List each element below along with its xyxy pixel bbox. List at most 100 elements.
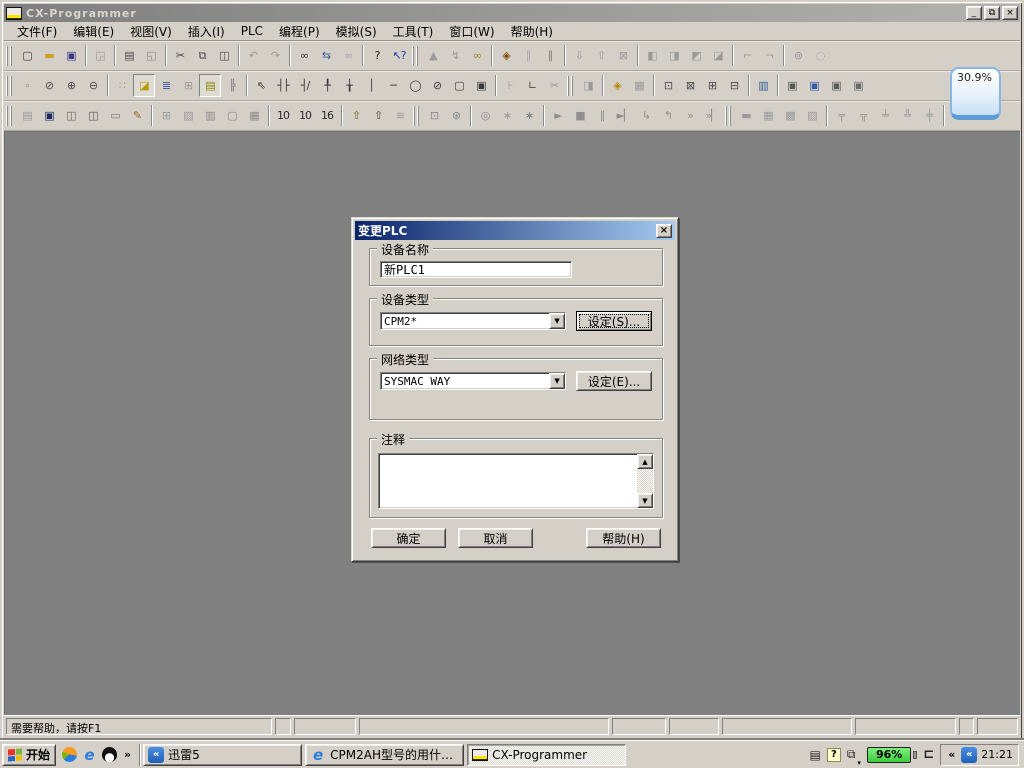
sim-step-in-icon[interactable]: ↳ <box>635 104 657 127</box>
network-type-combo[interactable]: SYSMAC WAY ▼ <box>380 372 566 390</box>
watch-monitor-2-icon[interactable]: ▦ <box>757 104 779 127</box>
media-player-icon[interactable] <box>62 747 77 762</box>
task-browser[interactable]: e CPM2AH型号的用什么... <box>305 744 464 766</box>
find-replace-icon[interactable]: ∞ <box>337 44 359 67</box>
sim-stop-icon[interactable]: ■ <box>569 104 591 127</box>
force-on-icon[interactable]: ⌐ <box>736 44 758 67</box>
compile-icon[interactable]: ▲ <box>422 44 444 67</box>
monitor-grid-2-icon[interactable]: ▨ <box>177 104 199 127</box>
diff-monitor-4-icon[interactable]: ╩ <box>896 104 918 127</box>
menu-program[interactable]: 编程(P) <box>272 22 327 41</box>
program-check-icon[interactable]: ∞ <box>466 44 488 67</box>
diff-monitor-5-icon[interactable]: ╪ <box>918 104 940 127</box>
comment-text[interactable] <box>379 454 637 508</box>
compare-with-plc-icon[interactable]: ⊠ <box>612 44 634 67</box>
plc-monitor-3-icon[interactable]: ◩ <box>685 44 707 67</box>
differential-monitor-icon[interactable]: ⊡ <box>423 104 445 127</box>
power-plug-icon[interactable]: ⊏ <box>923 747 934 762</box>
select-tool-icon[interactable]: ⇖ <box>250 74 272 97</box>
sim-pause-icon[interactable]: ∥ <box>591 104 613 127</box>
window-stack-icon[interactable]: ⧉ <box>847 747 856 762</box>
toolbar-grip[interactable] <box>413 106 420 126</box>
watch-monitor-4-icon[interactable]: ▨ <box>801 104 823 127</box>
force-set-bit-icon[interactable]: ⇧ <box>345 104 367 127</box>
start-button[interactable]: 开始 <box>2 744 56 766</box>
force-off-icon[interactable]: ¬ <box>758 44 780 67</box>
close-button[interactable]: × <box>1002 6 1018 20</box>
sim-step-icon[interactable]: ►▏ <box>613 104 635 127</box>
new-or-contact-icon[interactable]: ╀ <box>316 74 338 97</box>
monitor-grid-1-icon[interactable]: ⊞ <box>155 104 177 127</box>
device-type-combo[interactable]: CPM2* ▼ <box>380 312 566 330</box>
menu-plc[interactable]: PLC <box>234 23 270 39</box>
sim-scan-run-icon[interactable]: »▏ <box>701 104 723 127</box>
symbol-table-icon[interactable]: ◈ <box>606 74 628 97</box>
toolbar-grip[interactable] <box>412 46 419 66</box>
copy-icon[interactable]: ⧉ <box>191 44 213 67</box>
hex-display-icon[interactable]: 16 <box>316 104 338 127</box>
pause-monitor-icon[interactable]: ∥ <box>539 44 561 67</box>
toolbar-grip[interactable] <box>6 76 13 96</box>
watch-window-4-icon[interactable]: ⊟ <box>723 74 745 97</box>
menu-tools[interactable]: 工具(T) <box>386 22 441 41</box>
plc-monitor-1-icon[interactable]: ◧ <box>641 44 663 67</box>
paste-icon[interactable]: ◫ <box>213 44 235 67</box>
output-window-icon[interactable]: ▣ <box>847 74 869 97</box>
comment-scrollbar[interactable]: ▲ ▼ <box>637 454 653 508</box>
toolbar-grip[interactable] <box>725 106 732 126</box>
menu-view[interactable]: 视图(V) <box>123 22 179 41</box>
new-horizontal-icon[interactable]: ─ <box>382 74 404 97</box>
save-icon[interactable]: ▣ <box>60 44 82 67</box>
print-setup-icon[interactable]: ◲ <box>89 44 111 67</box>
watch-window-1-icon[interactable]: ⊡ <box>657 74 679 97</box>
address-reference-icon[interactable]: ▣ <box>825 74 847 97</box>
diff-monitor-1-icon[interactable]: ╤ <box>830 104 852 127</box>
toolbar-grip[interactable] <box>567 76 574 96</box>
task-cx-programmer[interactable]: CX-Programmer <box>467 744 626 766</box>
help-icon[interactable]: ? <box>366 44 388 67</box>
upload-from-plc-icon[interactable]: ⇧ <box>590 44 612 67</box>
delete-rung-icon[interactable]: ✂ <box>543 74 565 97</box>
set-value-icon[interactable]: ⊚ <box>787 44 809 67</box>
window-view-icon[interactable]: ⊞ <box>177 74 199 97</box>
cross-reference-icon[interactable]: ▥ <box>752 74 774 97</box>
menu-insert[interactable]: 插入(I) <box>181 22 232 41</box>
keyboard-layout-icon[interactable]: ▤ <box>810 748 821 762</box>
sim-run-icon[interactable]: ► <box>547 104 569 127</box>
mouse-tool-icon[interactable]: ◎ <box>474 104 496 127</box>
tray-chevron-icon[interactable]: « <box>946 748 957 761</box>
online-edit-icon[interactable]: ◌ <box>809 44 831 67</box>
force-cancel-all-icon[interactable]: ≋ <box>389 104 411 127</box>
program-section-icon[interactable]: ▭ <box>104 104 126 127</box>
device-type-combo-arrow[interactable]: ▼ <box>549 313 565 329</box>
toolbar-grip[interactable] <box>6 46 13 66</box>
task-xunlei[interactable]: « 迅雷5 <box>143 744 302 766</box>
menu-window[interactable]: 窗口(W) <box>442 22 501 41</box>
new-file-icon[interactable]: ▢ <box>16 44 38 67</box>
download-to-plc-icon[interactable]: ⇩ <box>568 44 590 67</box>
corner-tool-icon[interactable]: ∟ <box>521 74 543 97</box>
watch-monitor-3-icon[interactable]: ▩ <box>779 104 801 127</box>
cancel-button[interactable]: 取消 <box>458 528 533 548</box>
open-file-icon[interactable]: ▬ <box>38 44 60 67</box>
pan-tool-alt-icon[interactable]: ∗ <box>518 104 540 127</box>
dialog-titlebar[interactable]: 变更PLC × <box>355 221 675 240</box>
redo-icon[interactable]: ↷ <box>264 44 286 67</box>
rung-edit-icon[interactable]: ▤ <box>199 74 221 97</box>
new-contact-icon[interactable]: ┤├ <box>272 74 294 97</box>
monitor-grid-4-icon[interactable]: ▢ <box>221 104 243 127</box>
internet-explorer-icon[interactable]: e <box>82 747 97 762</box>
qq-icon[interactable] <box>102 747 117 762</box>
new-closed-coil-icon[interactable]: ⊘ <box>426 74 448 97</box>
menu-simulation[interactable]: 模拟(S) <box>329 22 384 41</box>
minimize-button[interactable]: _ <box>966 6 982 20</box>
restore-button[interactable]: ⧉ <box>984 6 1000 20</box>
pointer-tool-icon[interactable]: ◪ <box>133 74 155 97</box>
zoom-in-icon[interactable]: ⊕ <box>60 74 82 97</box>
battery-indicator[interactable]: 96% <box>867 747 911 763</box>
new-instruction-detail-icon[interactable]: ▣ <box>470 74 492 97</box>
scroll-up-button[interactable]: ▲ <box>637 454 653 469</box>
memory-card-icon[interactable]: ◫ <box>60 104 82 127</box>
zoom-tool-icon[interactable]: ∘ <box>16 74 38 97</box>
dialog-close-button[interactable]: × <box>656 224 672 238</box>
